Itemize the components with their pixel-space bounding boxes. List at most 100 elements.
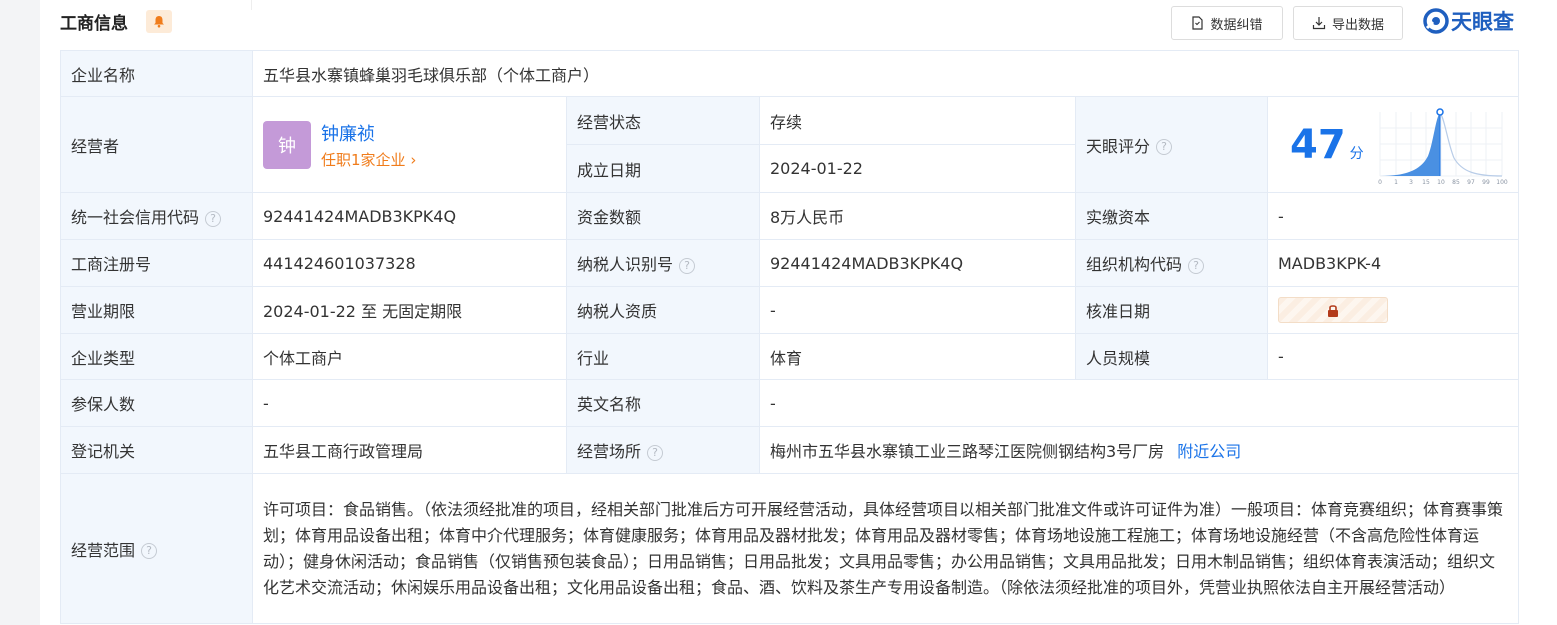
section-header: 工商信息 数据纠错 导出数据 天眼查 (40, 0, 1557, 50)
score-value: 47 (1290, 121, 1346, 168)
approve-date-label: 核准日期 (1075, 286, 1268, 334)
industry-label: 行业 (566, 333, 760, 380)
score-tick-label: 1 (1394, 179, 1398, 186)
help-icon[interactable]: ? (205, 210, 222, 227)
paid-capital-value: - (1266, 192, 1520, 240)
table-row: 经营范围? 许可项目：食品销售。（依法须经批准的项目，经相关部门批准后方可开展经… (60, 473, 1520, 624)
approve-date-cell (1266, 286, 1520, 334)
score-tick-label: 85 (1452, 179, 1460, 186)
score-tick-label: 10 (1437, 179, 1445, 186)
scope-label-cell: 经营范围? (60, 473, 253, 624)
insured-value: - (252, 379, 567, 427)
operator-positions-label: 任职1家企业 (321, 150, 406, 169)
table-row: 企业类型 个体工商户 行业 体育 人员规模 - (60, 333, 1520, 380)
help-icon[interactable]: ? (1188, 257, 1205, 274)
status-value: 存续 (759, 96, 1076, 145)
authority-label: 登记机关 (60, 426, 253, 474)
help-icon[interactable]: ? (679, 257, 696, 274)
org-code-value: MADB3KPK-4 (1266, 239, 1520, 287)
score-tick-label: 15 (1422, 179, 1430, 186)
chevron-right-icon: › (405, 150, 417, 169)
address-value: 梅州市五华县水寨镇工业三路琴江医院侧钢结构3号厂房 (770, 442, 1165, 461)
score-tick-label: 99 (1482, 179, 1490, 186)
term-label: 营业期限 (60, 286, 253, 334)
operator-label: 经营者 (60, 96, 253, 193)
staff-size-value: - (1266, 333, 1520, 380)
company-type-label: 企业类型 (60, 333, 253, 380)
score-label: 天眼评分 (1086, 136, 1151, 156)
score-tick-label: 0 (1378, 179, 1382, 186)
score-tick-label: 97 (1467, 179, 1475, 186)
score-label-cell: 天眼评分? (1075, 96, 1268, 193)
tax-id-label-cell: 纳税人识别号? (566, 239, 760, 287)
english-name-label: 英文名称 (566, 379, 760, 427)
operator-name-link[interactable]: 钟廉祯 (321, 120, 416, 146)
download-icon (1312, 17, 1326, 30)
brand-name: 天眼查 (1451, 10, 1514, 34)
insured-label: 参保人数 (60, 379, 253, 427)
page: 工商信息 数据纠错 导出数据 天眼查 企业名称 五华县水寨镇蜂巢羽毛球俱乐部（个… (40, 0, 1557, 625)
score-cell: 47 分 0 1 3 15 10 85 97 99 100 (1266, 96, 1520, 193)
help-icon[interactable]: ? (141, 543, 158, 559)
term-value: 2024-01-22 至 无固定期限 (252, 286, 567, 334)
org-code-label: 组织机构代码 (1086, 255, 1183, 274)
table-row: 统一社会信用代码? 92441424MADB3KPK4Q 资金数额 8万人民币 … (60, 192, 1520, 240)
operator-cell: 钟 钟廉祯 任职1家企业 › (252, 96, 567, 193)
business-scope-value: 许可项目：食品销售。（依法须经批准的项目，经相关部门批准后方可开展经营活动，具体… (251, 473, 1520, 624)
table-row: 工商注册号 441424601037328 纳税人识别号? 92441424MA… (60, 239, 1520, 287)
score-distribution-chart: 0 1 3 15 10 85 97 99 100 (1378, 107, 1508, 186)
org-code-label-cell: 组织机构代码? (1075, 239, 1268, 287)
data-correction-button[interactable]: 数据纠错 (1171, 6, 1283, 40)
tianyancha-logo: 天眼查 (1423, 6, 1514, 36)
company-name-label: 企业名称 (60, 50, 253, 97)
address-label-cell: 经营场所? (566, 426, 760, 474)
avatar: 钟 (263, 120, 311, 169)
business-info-table: 企业名称 五华县水寨镇蜂巢羽毛球俱乐部（个体工商户） 经营者 钟 钟廉祯 任职1… (60, 50, 1520, 624)
company-name-value: 五华县水寨镇蜂巢羽毛球俱乐部（个体工商户） (251, 50, 1520, 97)
capital-value: 8万人民币 (759, 192, 1076, 240)
export-data-label: 导出数据 (1331, 17, 1384, 33)
industry-value: 体育 (759, 333, 1076, 380)
tax-qualification-label: 纳税人资质 (566, 286, 760, 334)
tax-id-label: 纳税人识别号 (577, 255, 674, 274)
capital-label: 资金数额 (566, 192, 760, 240)
reg-number-value: 441424601037328 (252, 239, 567, 287)
address-label: 经营场所 (577, 442, 642, 461)
scope-label: 经营范围 (71, 540, 136, 560)
tianyancha-logo-icon (1423, 8, 1449, 34)
tax-id-value: 92441424MADB3KPK4Q (759, 239, 1076, 287)
document-icon (1192, 16, 1204, 30)
table-row: 经营者 钟 钟廉祯 任职1家企业 › 经营状态 存续 天眼评分? 47 分 0 … (60, 96, 1520, 193)
table-row: 登记机关 五华县工商行政管理局 经营场所? 梅州市五华县水寨镇工业三路琴江医院侧… (60, 426, 1520, 474)
help-icon[interactable]: ? (1156, 139, 1173, 155)
address-cell: 梅州市五华县水寨镇工业三路琴江医院侧钢结构3号厂房 附近公司 (758, 426, 1520, 474)
credit-code-label: 统一社会信用代码 (71, 208, 200, 227)
section-title: 工商信息 (60, 14, 128, 34)
found-date-value: 2024-01-22 (759, 144, 1076, 193)
operator-positions-link[interactable]: 任职1家企业 › (321, 149, 416, 170)
english-name-value: - (758, 379, 1520, 427)
score-unit: 分 (1349, 145, 1364, 162)
reg-number-label: 工商注册号 (60, 239, 253, 287)
score-tick-label: 3 (1409, 179, 1413, 186)
authority-value: 五华县工商行政管理局 (252, 426, 567, 474)
table-row: 参保人数 - 英文名称 - (60, 379, 1520, 427)
credit-code-value: 92441424MADB3KPK4Q (252, 192, 567, 240)
company-type-value: 个体工商户 (252, 333, 567, 380)
score-tick-label: 100 (1496, 179, 1508, 186)
status-label: 经营状态 (566, 96, 760, 145)
nearby-companies-link[interactable]: 附近公司 (1177, 442, 1241, 461)
paid-capital-label: 实缴资本 (1075, 192, 1268, 240)
found-date-label: 成立日期 (566, 144, 760, 193)
bell-icon[interactable] (146, 10, 172, 33)
credit-code-label-cell: 统一社会信用代码? (60, 192, 253, 240)
staff-size-label: 人员规模 (1075, 333, 1268, 380)
lock-icon (1328, 304, 1338, 317)
locked-value-button[interactable] (1278, 297, 1388, 323)
data-correction-label: 数据纠错 (1210, 17, 1263, 33)
help-icon[interactable]: ? (647, 444, 664, 461)
tax-qualification-value: - (759, 286, 1076, 334)
table-row: 营业期限 2024-01-22 至 无固定期限 纳税人资质 - 核准日期 (60, 286, 1520, 334)
table-row: 企业名称 五华县水寨镇蜂巢羽毛球俱乐部（个体工商户） (60, 50, 1520, 97)
export-data-button[interactable]: 导出数据 (1293, 6, 1403, 40)
